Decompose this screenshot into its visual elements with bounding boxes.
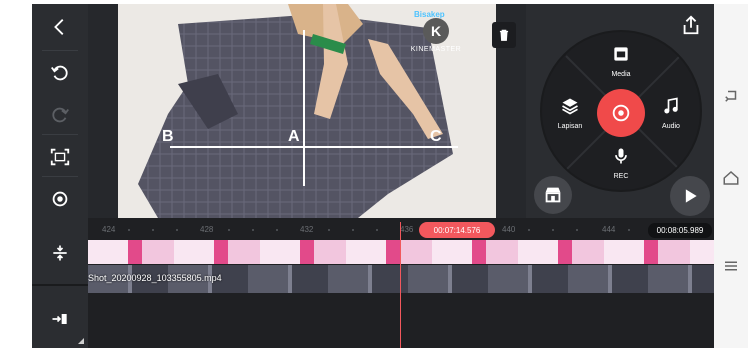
media-label: Media — [611, 71, 631, 78]
play-icon — [685, 189, 697, 203]
label-b: B — [162, 128, 174, 145]
clip-name: Shot_20200928_103355805.mp4 — [88, 273, 222, 283]
undo-button[interactable] — [32, 52, 88, 94]
watermark-text: KINEMASTER — [410, 46, 462, 53]
trash-icon — [499, 29, 509, 41]
layer-label: Lapisan — [557, 123, 583, 130]
timeline-tools — [32, 218, 88, 348]
media-icon — [614, 47, 628, 61]
jump-to-start-icon — [52, 314, 67, 324]
playhead[interactable] — [400, 222, 401, 348]
tick-label: 432 — [300, 225, 314, 234]
rec-label: REC — [613, 173, 629, 180]
watermark-channel: Bisakep — [414, 10, 445, 19]
nav-home-button[interactable] — [721, 168, 741, 188]
camera-shutter-icon — [612, 104, 630, 122]
audio-button[interactable]: Audio — [646, 96, 696, 130]
microphone-icon — [615, 148, 627, 164]
fullscreen-button[interactable] — [32, 136, 88, 178]
capture-button[interactable] — [597, 89, 645, 137]
back-arrow-icon — [54, 19, 64, 35]
label-c: C — [430, 128, 442, 145]
current-time-badge: 00:07:14.576 — [419, 222, 495, 238]
system-nav-bar — [714, 4, 748, 348]
nav-menu-icon — [725, 261, 737, 271]
kinemaster-logo-icon: K — [423, 18, 449, 44]
kinemaster-watermark: Bisakep K KINEMASTER — [406, 10, 466, 60]
asset-store-button[interactable] — [534, 176, 572, 214]
timeline-ruler[interactable]: 424 428 432 436 440 444 00:07:14.576 00:… — [88, 218, 714, 240]
fullscreen-icon — [50, 148, 70, 166]
store-icon — [545, 187, 561, 203]
layer-track[interactable] — [88, 240, 714, 264]
settings-button[interactable] — [32, 178, 88, 220]
media-button[interactable]: Media — [596, 44, 646, 78]
kinemaster-editor: B A C Bisakep K KINEMASTER Media Lapisan — [0, 0, 748, 352]
tick-label: 444 — [602, 225, 616, 234]
rec-button[interactable]: REC — [596, 146, 646, 180]
tick-label: 428 — [200, 225, 214, 234]
redo-button[interactable] — [32, 94, 88, 136]
music-note-icon — [664, 97, 678, 114]
video-preview[interactable]: B A C Bisakep K KINEMASTER — [88, 4, 526, 218]
layers-icon — [562, 98, 578, 115]
video-track[interactable]: Shot_20200928_103355805.mp4 — [88, 265, 714, 293]
tick-label: 440 — [502, 225, 516, 234]
nav-back-icon — [725, 90, 737, 102]
nav-home-icon — [723, 170, 739, 185]
play-button[interactable] — [670, 176, 710, 216]
expand-tracks-icon — [53, 245, 67, 261]
corner-indicator — [78, 338, 84, 344]
label-a: A — [288, 128, 300, 145]
left-toolbar — [32, 4, 88, 218]
total-time-badge: 00:08:05.989 — [648, 223, 712, 238]
undo-icon — [51, 65, 68, 81]
settings-icon — [52, 191, 68, 207]
timeline-panel[interactable]: 424 428 432 436 440 444 00:07:14.576 00:… — [32, 218, 714, 348]
tick-label: 436 — [400, 225, 414, 234]
nav-menu-button[interactable] — [721, 256, 741, 276]
delete-button[interactable] — [492, 22, 516, 48]
redo-icon — [52, 107, 69, 123]
tick-label: 424 — [102, 225, 116, 234]
nav-back-button[interactable] — [721, 86, 741, 106]
timeline-expand-button[interactable] — [32, 232, 88, 274]
audio-label: Audio — [662, 123, 680, 130]
back-button[interactable] — [32, 6, 88, 48]
preview-frame: B A C Bisakep K KINEMASTER — [118, 4, 496, 218]
jump-to-start-button[interactable] — [32, 298, 88, 340]
layer-button[interactable]: Lapisan — [545, 96, 595, 130]
